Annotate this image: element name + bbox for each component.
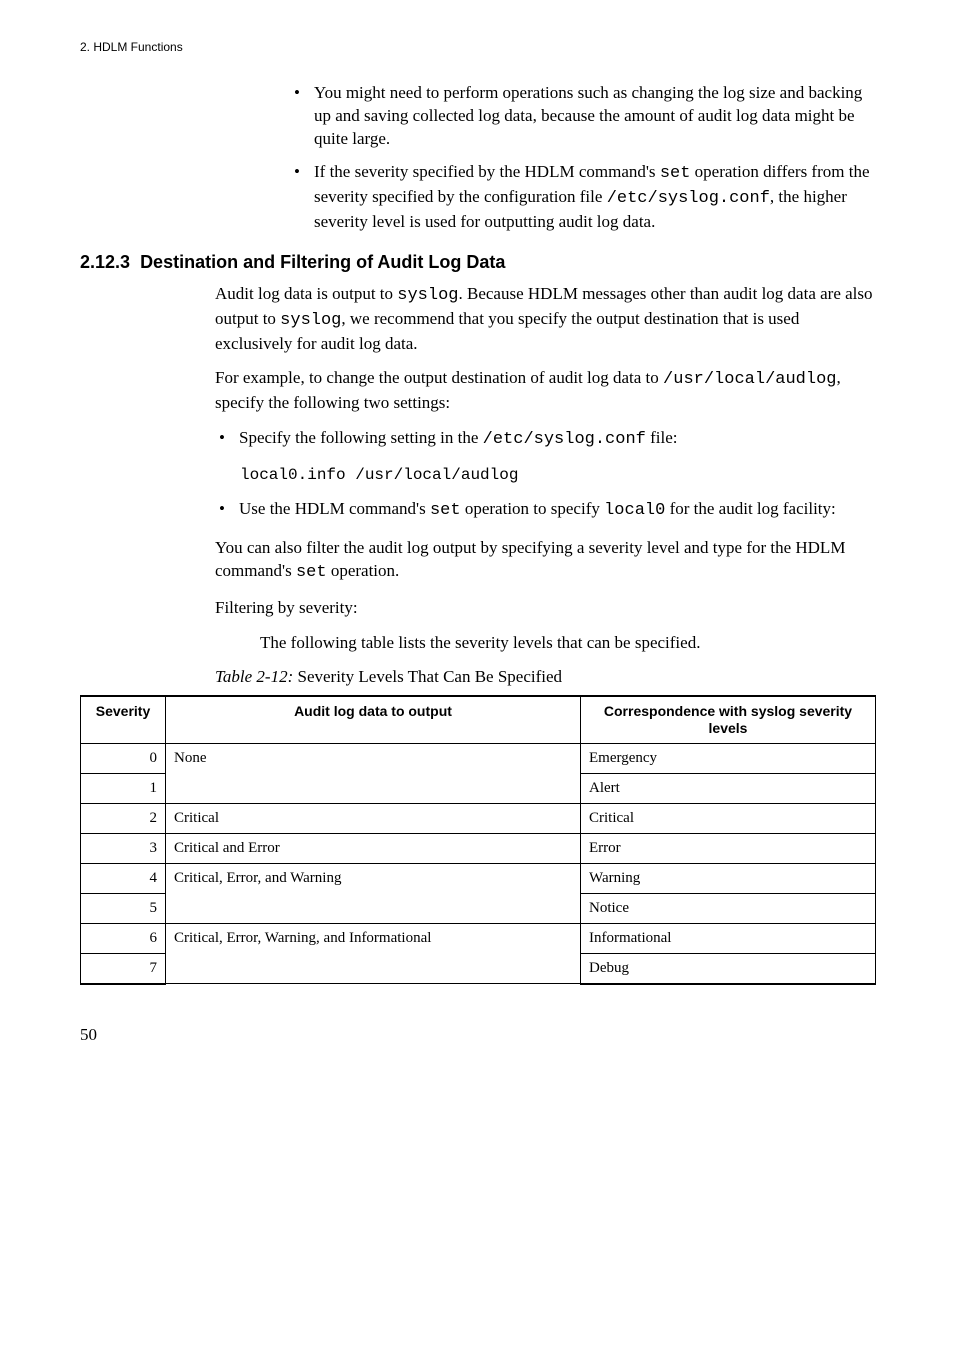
cell-severity: 5 <box>81 893 166 923</box>
cell-severity: 7 <box>81 953 166 984</box>
code-run: syslog <box>397 286 458 305</box>
cell-correspondence: Error <box>581 833 876 863</box>
spec-bullet-list: Specify the following setting in the /et… <box>215 427 874 452</box>
text-run: Specify the following setting in the <box>239 428 483 447</box>
text-run: operation. <box>327 561 400 580</box>
top-bullet-list: You might need to perform operations suc… <box>290 82 874 234</box>
col-header-audit: Audit log data to output <box>166 696 581 743</box>
paragraph: Filtering by severity: <box>215 597 874 620</box>
cell-correspondence: Warning <box>581 863 876 893</box>
code-run: set <box>296 563 327 582</box>
spec-bullet-list-2: Use the HDLM command's set operation to … <box>215 498 874 523</box>
col-header-correspondence: Correspondence with syslog severity leve… <box>581 696 876 743</box>
table-row: 0 None Emergency <box>81 743 876 773</box>
paragraph: Audit log data is output to syslog. Beca… <box>215 283 874 356</box>
cell-audit: Critical, Error, Warning, and Informatio… <box>166 923 581 984</box>
paragraph: The following table lists the severity l… <box>260 632 874 655</box>
code-block: local0.info /usr/local/audlog <box>240 466 874 484</box>
text-run: Use the HDLM command's <box>239 499 430 518</box>
list-item: Specify the following setting in the /et… <box>215 427 874 452</box>
page-number: 50 <box>80 1025 874 1045</box>
code-run: /etc/syslog.conf <box>483 430 646 449</box>
cell-correspondence: Notice <box>581 893 876 923</box>
cell-correspondence: Critical <box>581 803 876 833</box>
cell-severity: 4 <box>81 863 166 893</box>
caption-lead: Table 2-12: <box>215 667 293 686</box>
cell-correspondence: Alert <box>581 773 876 803</box>
section-heading: 2.12.3 Destination and Filtering of Audi… <box>80 252 874 273</box>
text-run: If the severity specified by the HDLM co… <box>314 162 660 181</box>
table-row: 2 Critical Critical <box>81 803 876 833</box>
paragraph: For example, to change the output destin… <box>215 367 874 415</box>
cell-correspondence: Informational <box>581 923 876 953</box>
cell-severity: 0 <box>81 743 166 773</box>
section-number: 2.12.3 <box>80 252 130 272</box>
code-run: set <box>430 501 461 520</box>
severity-table: Severity Audit log data to output Corres… <box>80 695 876 985</box>
text-run: for the audit log facility: <box>665 499 835 518</box>
cell-audit: Critical, Error, and Warning <box>166 863 581 923</box>
code-run: set <box>660 164 691 183</box>
running-header: 2. HDLM Functions <box>80 40 874 54</box>
cell-severity: 1 <box>81 773 166 803</box>
cell-audit: None <box>166 743 581 803</box>
cell-severity: 2 <box>81 803 166 833</box>
cell-correspondence: Debug <box>581 953 876 984</box>
text-run: You might need to perform operations suc… <box>314 83 862 148</box>
code-run: /etc/syslog.conf <box>607 189 770 208</box>
table-header-row: Severity Audit log data to output Corres… <box>81 696 876 743</box>
section-title: Destination and Filtering of Audit Log D… <box>140 252 505 272</box>
code-run: local0 <box>604 501 665 520</box>
cell-audit: Critical <box>166 803 581 833</box>
text-run: For example, to change the output destin… <box>215 368 663 387</box>
code-run: syslog <box>280 311 341 330</box>
col-header-severity: Severity <box>81 696 166 743</box>
table-row: 6 Critical, Error, Warning, and Informat… <box>81 923 876 953</box>
text-run: operation to specify <box>461 499 605 518</box>
cell-correspondence: Emergency <box>581 743 876 773</box>
cell-audit: Critical and Error <box>166 833 581 863</box>
text-run: file: <box>646 428 678 447</box>
table-caption: Table 2-12: Severity Levels That Can Be … <box>215 667 874 687</box>
cell-severity: 3 <box>81 833 166 863</box>
table-row: 4 Critical, Error, and Warning Warning <box>81 863 876 893</box>
page: 2. HDLM Functions You might need to perf… <box>0 0 954 1105</box>
caption-rest: Severity Levels That Can Be Specified <box>293 667 562 686</box>
cell-severity: 6 <box>81 923 166 953</box>
list-item: You might need to perform operations suc… <box>290 82 874 151</box>
text-run: Audit log data is output to <box>215 284 397 303</box>
list-item: Use the HDLM command's set operation to … <box>215 498 874 523</box>
list-item: If the severity specified by the HDLM co… <box>290 161 874 234</box>
code-run: /usr/local/audlog <box>663 370 836 389</box>
paragraph: You can also filter the audit log output… <box>215 537 874 585</box>
table-row: 3 Critical and Error Error <box>81 833 876 863</box>
